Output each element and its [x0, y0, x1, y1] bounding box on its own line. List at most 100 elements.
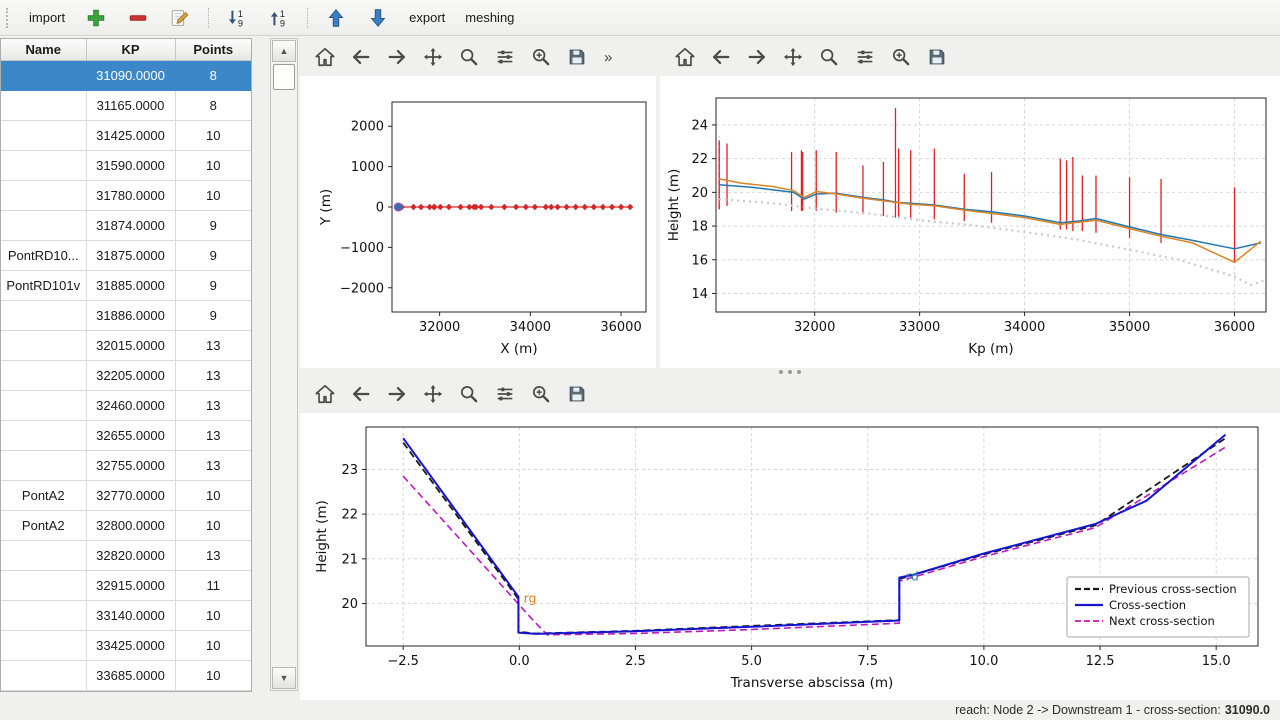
save-button[interactable]: [564, 381, 590, 407]
table-row[interactable]: 31590.000010: [1, 150, 251, 180]
scrollbar-track[interactable]: [271, 91, 297, 666]
move-up-button[interactable]: [316, 3, 356, 33]
forward-button[interactable]: [744, 44, 770, 70]
cell-points[interactable]: 10: [175, 510, 251, 540]
cell-points[interactable]: 10: [175, 660, 251, 690]
zoom-button[interactable]: [816, 44, 842, 70]
cell-name[interactable]: [1, 390, 86, 420]
toolbar-overflow-button[interactable]: »: [604, 49, 612, 66]
cell-points[interactable]: 8: [175, 60, 251, 90]
scroll-up-button[interactable]: ▲: [272, 40, 296, 62]
zoom-button[interactable]: [456, 44, 482, 70]
cell-points[interactable]: 8: [175, 90, 251, 120]
forward-button[interactable]: [384, 381, 410, 407]
pan-button[interactable]: [420, 44, 446, 70]
table-row[interactable]: 32915.000011: [1, 570, 251, 600]
forward-button[interactable]: [384, 44, 410, 70]
cell-points[interactable]: 13: [175, 420, 251, 450]
table-row[interactable]: 31874.00009: [1, 210, 251, 240]
cell-name[interactable]: [1, 180, 86, 210]
table-row[interactable]: 32655.000013: [1, 420, 251, 450]
cell-name[interactable]: PontA2: [1, 480, 86, 510]
cell-kp[interactable]: 33140.0000: [86, 600, 175, 630]
sort-ascending-button[interactable]: [259, 3, 299, 33]
column-header-kp[interactable]: KP: [86, 39, 175, 60]
table-row[interactable]: 32205.000013: [1, 360, 251, 390]
table-row[interactable]: 31165.00008: [1, 90, 251, 120]
cell-points[interactable]: 13: [175, 330, 251, 360]
meshing-button[interactable]: meshing: [456, 6, 523, 29]
table-row[interactable]: 33425.000010: [1, 630, 251, 660]
cell-points[interactable]: 10: [175, 120, 251, 150]
column-header-name[interactable]: Name: [1, 39, 86, 60]
pan-button[interactable]: [420, 381, 446, 407]
home-button[interactable]: [672, 44, 698, 70]
cell-points[interactable]: 10: [175, 150, 251, 180]
cell-kp[interactable]: 31886.0000: [86, 300, 175, 330]
table-row[interactable]: 33140.000010: [1, 600, 251, 630]
scroll-down-button[interactable]: ▼: [272, 667, 296, 689]
cell-name[interactable]: [1, 60, 86, 90]
edit-section-button[interactable]: [160, 3, 200, 33]
zoom-button[interactable]: [456, 381, 482, 407]
horizontal-splitter[interactable]: [300, 368, 1280, 375]
move-down-button[interactable]: [358, 3, 398, 33]
cell-name[interactable]: [1, 300, 86, 330]
table-row[interactable]: PontA232770.000010: [1, 480, 251, 510]
cell-points[interactable]: 10: [175, 180, 251, 210]
table-row[interactable]: PontRD101v31885.00009: [1, 270, 251, 300]
remove-section-button[interactable]: [118, 3, 158, 33]
cell-points[interactable]: 10: [175, 480, 251, 510]
table-row[interactable]: 31780.000010: [1, 180, 251, 210]
cell-kp[interactable]: 31425.0000: [86, 120, 175, 150]
subplots-button[interactable]: [492, 381, 518, 407]
cell-name[interactable]: [1, 570, 86, 600]
customize-button[interactable]: [888, 44, 914, 70]
cell-points[interactable]: 9: [175, 210, 251, 240]
cell-kp[interactable]: 32205.0000: [86, 360, 175, 390]
table-row[interactable]: 32755.000013: [1, 450, 251, 480]
cell-kp[interactable]: 33425.0000: [86, 630, 175, 660]
back-button[interactable]: [708, 44, 734, 70]
import-button[interactable]: import: [20, 6, 74, 29]
cell-kp[interactable]: 32770.0000: [86, 480, 175, 510]
cell-kp[interactable]: 31165.0000: [86, 90, 175, 120]
cell-name[interactable]: [1, 540, 86, 570]
cell-name[interactable]: [1, 630, 86, 660]
cell-kp[interactable]: 32655.0000: [86, 420, 175, 450]
cell-name[interactable]: PontRD101v: [1, 270, 86, 300]
customize-button[interactable]: [528, 44, 554, 70]
cell-points[interactable]: 13: [175, 450, 251, 480]
cell-points[interactable]: 13: [175, 540, 251, 570]
cell-kp[interactable]: 33685.0000: [86, 660, 175, 690]
cell-kp[interactable]: 32915.0000: [86, 570, 175, 600]
cell-kp[interactable]: 32820.0000: [86, 540, 175, 570]
cell-name[interactable]: [1, 120, 86, 150]
back-button[interactable]: [348, 44, 374, 70]
cell-points[interactable]: 10: [175, 600, 251, 630]
cell-kp[interactable]: 32460.0000: [86, 390, 175, 420]
cell-name[interactable]: PontRD10...: [1, 240, 86, 270]
customize-button[interactable]: [528, 381, 554, 407]
cell-points[interactable]: 9: [175, 300, 251, 330]
cell-name[interactable]: [1, 360, 86, 390]
back-button[interactable]: [348, 381, 374, 407]
scrollbar-thumb[interactable]: [273, 64, 295, 90]
cell-name[interactable]: [1, 420, 86, 450]
cell-points[interactable]: 10: [175, 630, 251, 660]
table-row[interactable]: 31886.00009: [1, 300, 251, 330]
table-row[interactable]: 32460.000013: [1, 390, 251, 420]
cell-kp[interactable]: 32015.0000: [86, 330, 175, 360]
table-scrollbar[interactable]: ▲ ▼: [270, 38, 298, 691]
table-row[interactable]: 32015.000013: [1, 330, 251, 360]
table-row[interactable]: 31425.000010: [1, 120, 251, 150]
cell-kp[interactable]: 31885.0000: [86, 270, 175, 300]
cell-name[interactable]: [1, 450, 86, 480]
cell-kp[interactable]: 31090.0000: [86, 60, 175, 90]
subplots-button[interactable]: [492, 44, 518, 70]
export-button[interactable]: export: [400, 6, 454, 29]
cell-kp[interactable]: 31590.0000: [86, 150, 175, 180]
cell-name[interactable]: [1, 210, 86, 240]
sort-descending-button[interactable]: [217, 3, 257, 33]
column-header-points[interactable]: Points: [175, 39, 251, 60]
